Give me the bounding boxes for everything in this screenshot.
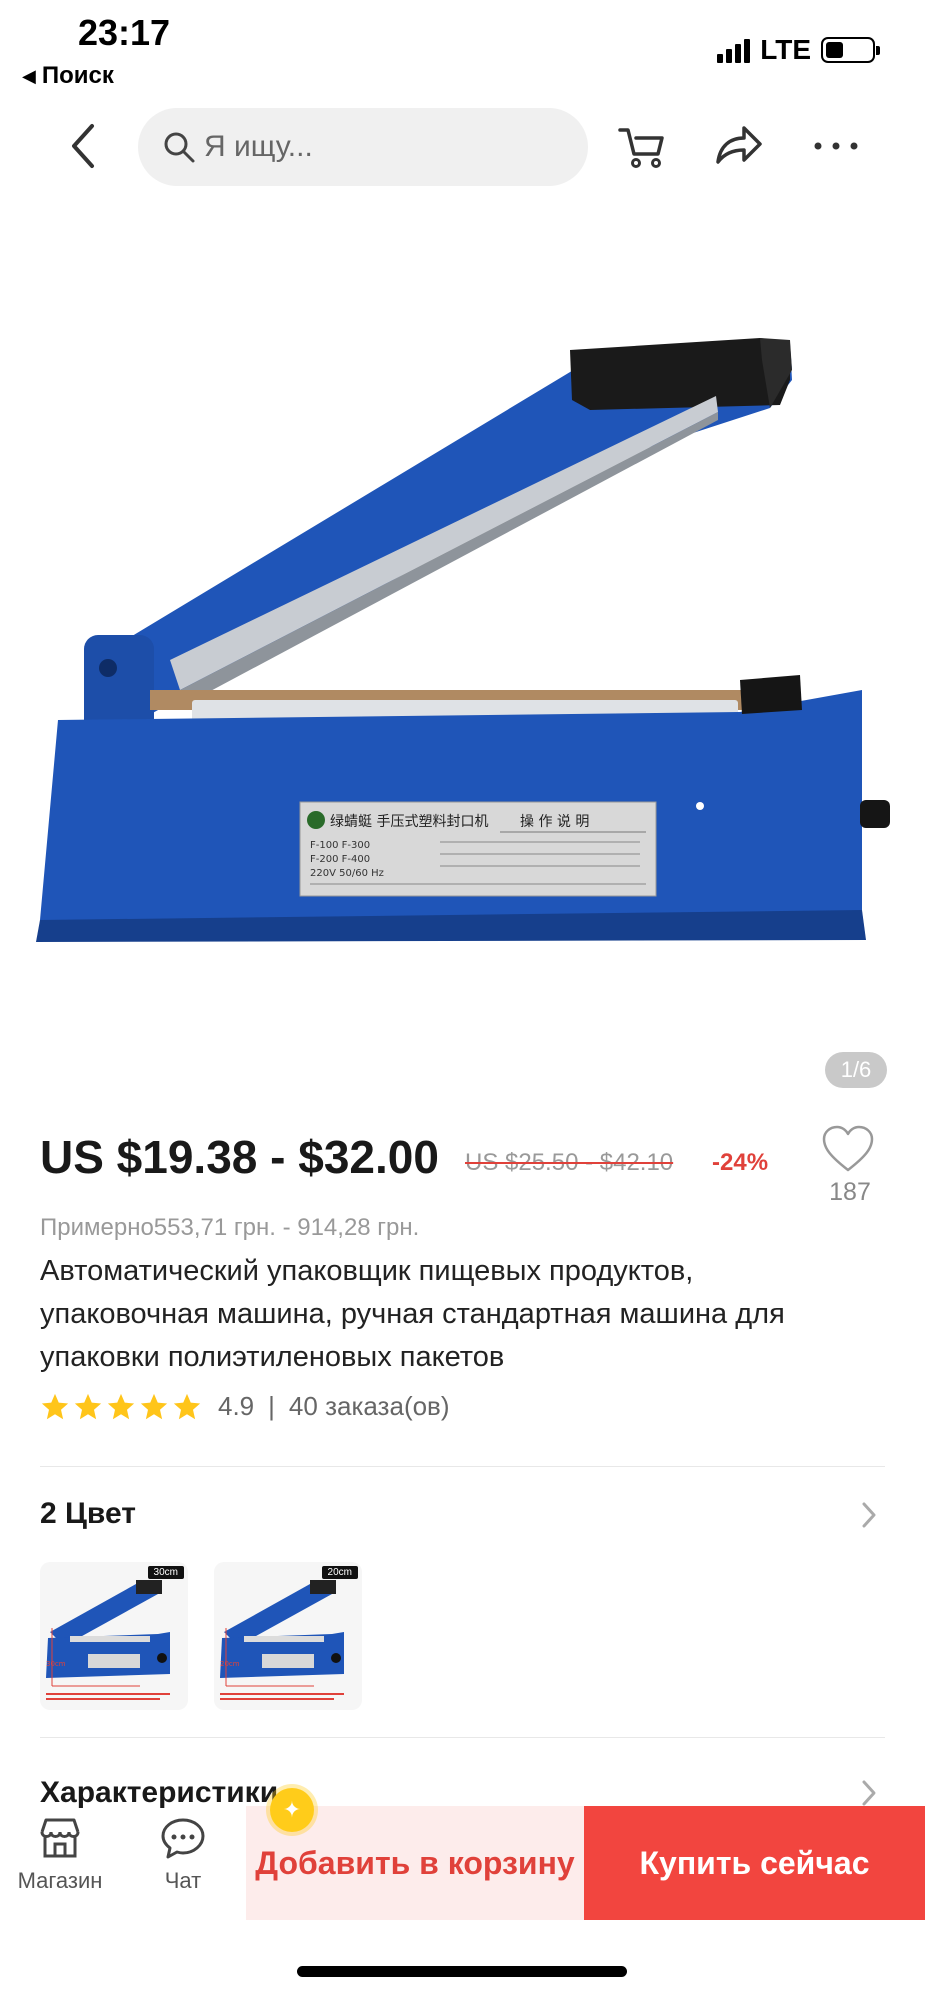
color-option-image: 20cm xyxy=(220,1580,344,1700)
orders-count: 40 заказа(ов) xyxy=(288,1391,450,1421)
search-placeholder: Я ищу... xyxy=(204,130,313,163)
wishlist-count: 187 xyxy=(829,1178,871,1206)
plate-heading-text: 操 作 说 明 xyxy=(520,814,589,830)
store-tab[interactable]: Магазин xyxy=(5,1814,115,1894)
plate-model-line-1: F-100 F-300 xyxy=(310,840,370,851)
plate-brand-text: 绿蜻蜓 手压式塑料封口机 xyxy=(330,814,488,830)
approx-price: Примерно553,71 грн. - 914,28 грн. xyxy=(40,1214,420,1241)
plate-model-line-2: F-200 F-400 xyxy=(310,854,370,865)
star-icon xyxy=(74,1393,102,1419)
network-type: LTE xyxy=(760,34,811,65)
more-options-icon[interactable] xyxy=(808,118,864,174)
image-counter: 1/6 xyxy=(825,1052,887,1088)
back-to-app-link[interactable]: ◀ Поиск xyxy=(22,62,114,90)
buy-now-button[interactable]: Купить сейчас xyxy=(584,1806,925,1920)
color-option-30cm[interactable]: 30cm 30cm xyxy=(40,1562,188,1710)
rating-row[interactable]: 4.9 | 40 заказа(ов) xyxy=(40,1391,450,1422)
star-icon xyxy=(140,1393,168,1419)
cart-icon[interactable] xyxy=(614,118,670,174)
color-option-image: 30cm xyxy=(46,1580,170,1700)
size-annotation: 20cm xyxy=(220,1660,240,1668)
battery-icon xyxy=(821,37,880,63)
back-app-label: Поиск xyxy=(41,62,114,89)
color-option-20cm[interactable]: 20cm 20cm xyxy=(214,1562,362,1710)
divider xyxy=(40,1737,885,1738)
chat-icon xyxy=(161,1818,205,1859)
size-tag: 20cm xyxy=(321,1566,358,1579)
rating-stars xyxy=(40,1392,202,1422)
chevron-right-icon[interactable] xyxy=(858,1778,880,1808)
rating-separator: | xyxy=(268,1391,275,1421)
search-input[interactable]: Я ищу... xyxy=(138,108,588,186)
rating-value: 4.9 xyxy=(218,1391,255,1421)
back-triangle-icon: ◀ xyxy=(22,65,36,86)
store-icon xyxy=(40,1818,80,1858)
discount-badge: -24% xyxy=(712,1149,769,1176)
search-icon xyxy=(164,132,195,163)
chat-tab[interactable]: Чат xyxy=(128,1814,238,1894)
plate-voltage-line: 220V 50/60 Hz xyxy=(310,868,384,879)
back-arrow-icon[interactable] xyxy=(62,118,106,174)
status-indicators: LTE xyxy=(717,34,880,66)
coin-icon[interactable]: ✦ xyxy=(270,1788,314,1832)
divider xyxy=(40,1466,885,1467)
product-image[interactable]: 绿蜻蜓 手压式塑料封口机 操 作 说 明 F-100 F-300 F-200 F… xyxy=(0,220,925,1060)
size-annotation: 30cm xyxy=(46,1660,66,1668)
status-time: 23:17 xyxy=(78,12,171,53)
color-section-title[interactable]: 2 Цвет xyxy=(40,1497,136,1531)
heart-icon[interactable] xyxy=(820,1124,876,1174)
home-indicator[interactable] xyxy=(297,1966,627,1977)
specs-section-title[interactable]: Характеристики xyxy=(40,1776,278,1810)
share-icon[interactable] xyxy=(710,118,766,174)
product-title: Автоматический упаковщик пищевых продукт… xyxy=(40,1255,785,1373)
size-tag: 30cm xyxy=(147,1566,184,1579)
star-icon xyxy=(107,1393,135,1419)
price-range: US $19.38 - $32.00 xyxy=(40,1131,439,1183)
star-icon xyxy=(173,1393,201,1419)
original-price: US $25.50 - $42.10 xyxy=(465,1149,674,1176)
star-icon xyxy=(41,1393,69,1419)
store-label: Магазин xyxy=(17,1868,103,1893)
signal-icon xyxy=(717,37,751,63)
chevron-right-icon[interactable] xyxy=(858,1500,880,1530)
chat-label: Чат xyxy=(164,1868,202,1893)
